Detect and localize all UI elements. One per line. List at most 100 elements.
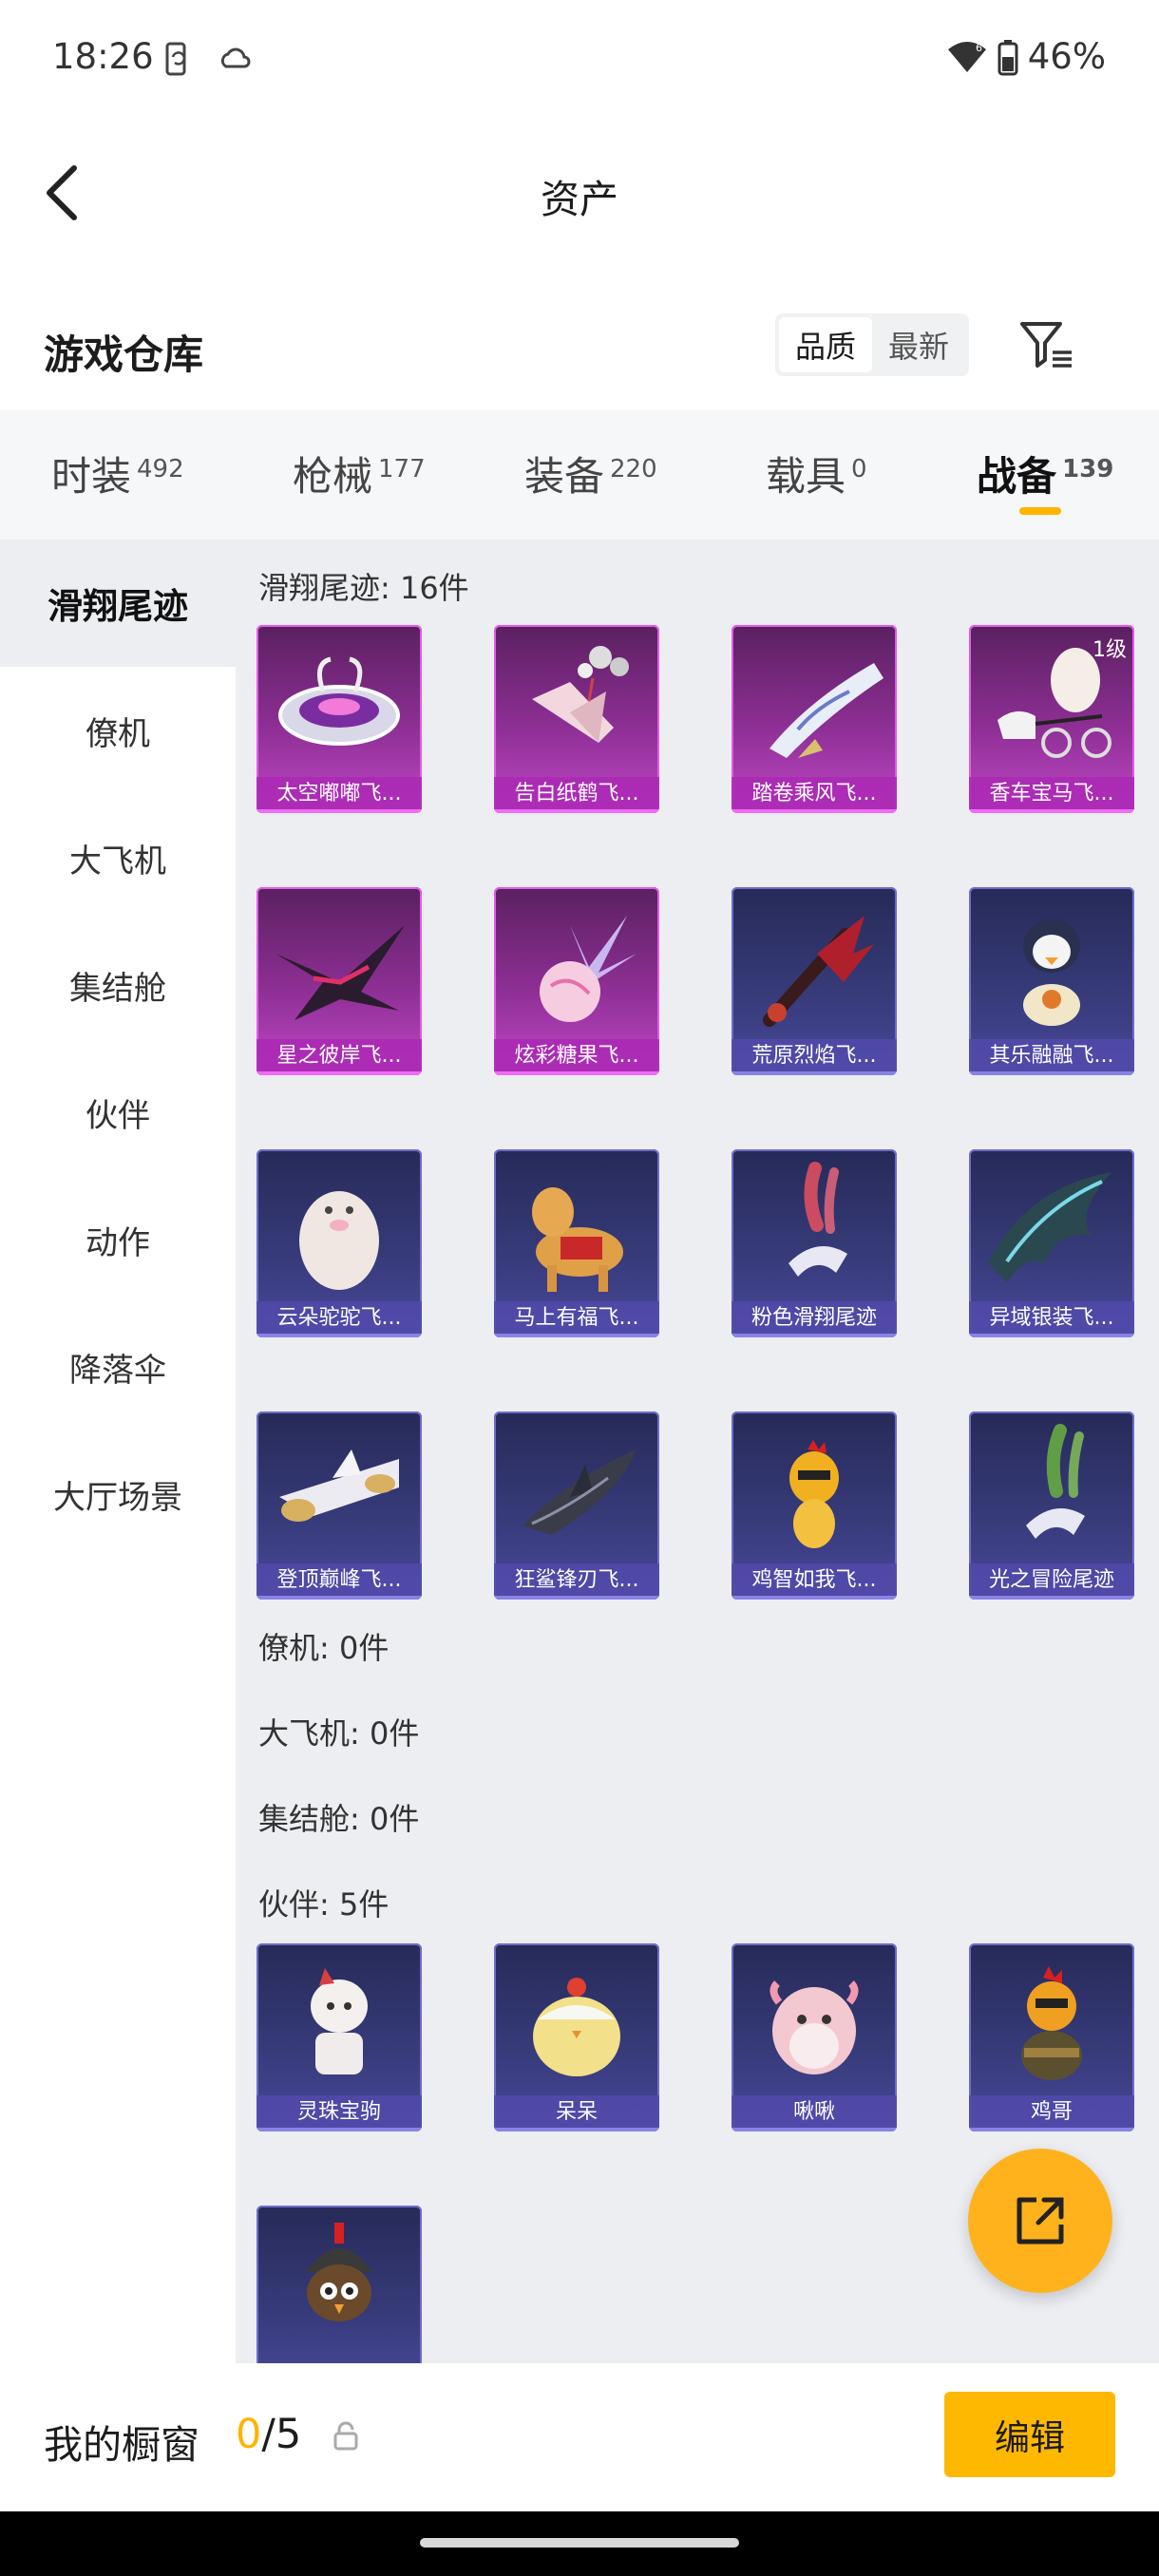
category-tabs: 时装 492 枪械 177 装备 220 载具 0 战备 139: [0, 410, 1159, 540]
flame-glider-icon: [763, 916, 874, 1027]
item-card[interactable]: 1级 香车宝马飞...: [969, 625, 1134, 813]
item-card[interactable]: 狂鲨锋刃飞...: [494, 1411, 659, 1600]
horse-icon: [532, 1187, 623, 1292]
item-card[interactable]: [256, 2206, 422, 2363]
wifi-icon: 6: [947, 41, 986, 72]
item-card[interactable]: 鸡哥: [969, 1943, 1134, 2131]
item-card[interactable]: 荒原烈焰飞...: [732, 887, 897, 1075]
item-name: 啾啾: [732, 2095, 897, 2131]
tab-label: 装备: [524, 453, 605, 500]
item-name: 星之彼岸飞...: [256, 1039, 422, 1075]
battery-percent: 46%: [1027, 36, 1106, 77]
item-card[interactable]: 光之冒险尾迹: [969, 1411, 1134, 1600]
item-name: 登顶巅峰飞...: [256, 1563, 422, 1600]
status-time: 18:26: [52, 36, 154, 77]
external-share-icon: [1016, 2197, 1064, 2245]
cloud-icon: [220, 47, 251, 68]
tab-count: 220: [610, 455, 657, 483]
filter-icon: [1020, 322, 1072, 368]
section-title-rally-pod: 集结舱: 0件: [258, 1801, 420, 1837]
status-bar: 18:26 6 46%: [0, 0, 1159, 118]
item-name: 炫彩糖果飞...: [494, 1039, 659, 1075]
pink-smoke-icon: [788, 1162, 847, 1277]
tab-vehicles[interactable]: 载具 0: [766, 445, 867, 502]
home-gesture-handle[interactable]: [420, 2538, 739, 2548]
tab-count: 0: [851, 455, 867, 483]
tab-fashion[interactable]: 时装 492: [51, 445, 184, 502]
item-card[interactable]: 星之彼岸飞...: [256, 887, 422, 1075]
sidebar-item-wingman[interactable]: 僚机: [0, 667, 236, 794]
item-name: 异域银装飞...: [969, 1301, 1134, 1337]
helmet-chick-icon: [306, 2223, 372, 2321]
tab-firearms[interactable]: 枪械 177: [293, 445, 426, 502]
item-name: 告白纸鹤飞...: [494, 777, 659, 813]
edit-button[interactable]: 编辑: [944, 2392, 1115, 2477]
chick-icon: [533, 1978, 620, 2076]
item-card[interactable]: 告白纸鹤飞...: [494, 625, 659, 813]
item-card[interactable]: 粉色滑翔尾迹: [732, 1149, 897, 1337]
tab-equipment[interactable]: 装备 220: [524, 445, 657, 502]
section-title-partner: 伙伴: 5件: [258, 1886, 390, 1923]
item-card[interactable]: 呆呆: [494, 1943, 659, 2131]
svg-text:6: 6: [976, 42, 982, 54]
pony-icon: [311, 1968, 368, 2074]
item-name: 云朵驼驼飞...: [256, 1301, 422, 1337]
sort-newest-option[interactable]: 最新: [872, 317, 965, 372]
candy-icon: [540, 916, 636, 1022]
pink-bird-icon: [770, 1980, 859, 2074]
rooster-icon: [1021, 1966, 1082, 2080]
battery-icon: [998, 39, 1018, 75]
item-card[interactable]: 灵珠宝驹: [256, 1943, 422, 2131]
sort-toggle: 品质 最新: [775, 313, 969, 376]
section-title-big-plane: 大飞机: 0件: [258, 1715, 420, 1752]
system-nav-bar: [0, 2511, 1159, 2576]
item-name: 粉色滑翔尾迹: [732, 1301, 897, 1337]
showcase-current: 0: [236, 2411, 262, 2458]
sidebar-item-big-plane[interactable]: 大飞机: [0, 794, 236, 921]
item-name: 灵珠宝驹: [256, 2095, 422, 2131]
page-title: 资产: [541, 177, 618, 222]
showcase-total: /5: [261, 2411, 302, 2458]
tab-label: 枪械: [293, 453, 373, 500]
item-card[interactable]: 马上有福飞...: [494, 1149, 659, 1337]
tab-battle-prep[interactable]: 战备 139: [977, 445, 1113, 502]
item-content: 滑翔尾迹: 16件 太空嘟嘟飞... 告白纸鹤飞... 踏卷乘风飞... 1级 …: [236, 540, 1159, 2363]
item-card[interactable]: 炫彩糖果飞...: [494, 887, 659, 1075]
green-smoke-icon: [1026, 1424, 1085, 1539]
sidebar: 滑翔尾迹 僚机 大飞机 集结舱 伙伴 动作 降落伞 大厅场景: [0, 540, 236, 2363]
penguin-icon: [1023, 919, 1080, 1026]
dark-wing-icon: [276, 925, 405, 1020]
item-card[interactable]: 太空嘟嘟飞...: [256, 625, 422, 813]
sort-quality-option[interactable]: 品质: [779, 317, 872, 372]
item-card[interactable]: 鸡智如我飞...: [732, 1411, 897, 1600]
section-title-glide-trail: 滑翔尾迹: 16件: [258, 570, 469, 606]
sidebar-item-emote[interactable]: 动作: [0, 1176, 236, 1303]
filter-button[interactable]: [1015, 313, 1079, 376]
sidebar-item-partner[interactable]: 伙伴: [0, 1049, 236, 1176]
item-name: 鸡哥: [969, 2095, 1134, 2131]
sidebar-item-rally-pod[interactable]: 集结舱: [0, 921, 236, 1049]
sidebar-item-lobby-scene[interactable]: 大厅场景: [0, 1430, 236, 1558]
showcase-bar: 我的橱窗 0/5 编辑: [0, 2363, 1159, 2511]
item-card[interactable]: 啾啾: [732, 1943, 897, 2131]
warehouse-title: 游戏仓库: [44, 331, 204, 378]
sidebar-item-glide-trail[interactable]: 滑翔尾迹: [0, 540, 236, 667]
space-ufo-icon: [278, 656, 400, 746]
item-name: 太空嘟嘟飞...: [256, 777, 422, 813]
section-title-wingman: 僚机: 0件: [258, 1630, 390, 1666]
item-card[interactable]: 踏卷乘风飞...: [732, 625, 897, 813]
item-card[interactable]: 云朵驼驼飞...: [256, 1149, 422, 1337]
active-tab-indicator: [1019, 507, 1061, 515]
item-level: 1级: [1092, 638, 1127, 662]
item-name: 光之冒险尾迹: [969, 1563, 1134, 1600]
item-card[interactable]: 异域银装飞...: [969, 1149, 1134, 1337]
share-fab-button[interactable]: [968, 2149, 1112, 2293]
tab-label: 载具: [766, 453, 846, 500]
shark-icon: [522, 1449, 636, 1535]
item-card[interactable]: 其乐融融飞...: [969, 887, 1134, 1075]
sidebar-item-parachute[interactable]: 降落伞: [0, 1303, 236, 1430]
showcase-count: 0/5: [236, 2411, 301, 2458]
item-name: 狂鲨锋刃飞...: [494, 1563, 659, 1600]
item-name: 马上有福飞...: [494, 1301, 659, 1337]
item-card[interactable]: 登顶巅峰飞...: [256, 1411, 422, 1600]
